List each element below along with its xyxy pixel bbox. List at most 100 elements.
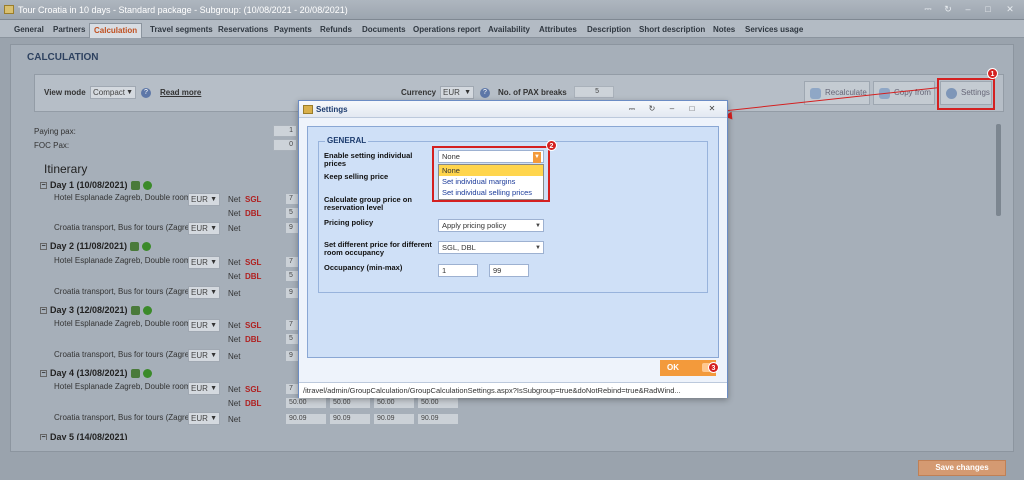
read-more-link[interactable]: Read more xyxy=(160,88,201,97)
close-icon[interactable]: ✕ xyxy=(1004,4,1016,14)
pin-icon[interactable]: ⎓ xyxy=(627,104,637,114)
occupancy-min-input[interactable]: 1 xyxy=(438,264,478,277)
price-cell[interactable]: 9 xyxy=(286,223,298,233)
dropdown-option[interactable]: Set individual margins xyxy=(439,176,543,187)
price-cell[interactable]: 9 xyxy=(286,351,298,361)
tab-attributes[interactable]: Attributes xyxy=(539,23,577,38)
price-cell[interactable]: 9 xyxy=(286,288,298,298)
occupancy-max-input[interactable]: 99 xyxy=(489,264,529,277)
currency-select[interactable]: EUR ▼ xyxy=(188,319,220,332)
close-icon[interactable]: ✕ xyxy=(707,104,717,114)
day-header[interactable]: − Day 4 (13/08/2021) xyxy=(40,368,152,379)
maximize-icon[interactable]: □ xyxy=(982,4,994,14)
dialog-icon xyxy=(303,105,313,114)
price-cell[interactable]: 50.00 xyxy=(330,398,370,408)
refresh-icon[interactable]: ↻ xyxy=(942,4,954,14)
net-label: Net xyxy=(228,289,241,298)
collapse-icon[interactable]: − xyxy=(40,243,47,251)
refresh-icon[interactable]: ↻ xyxy=(647,104,657,114)
copy-icon[interactable] xyxy=(130,242,140,252)
pricing-policy-select[interactable]: Apply pricing policy ▼ xyxy=(438,219,544,232)
tab-payments[interactable]: Payments xyxy=(274,23,312,38)
price-cell[interactable]: 7 xyxy=(286,320,298,330)
price-cell[interactable]: 5 xyxy=(286,208,298,218)
add-icon[interactable] xyxy=(142,242,152,252)
add-icon[interactable] xyxy=(142,369,152,379)
collapse-icon[interactable]: − xyxy=(40,370,47,378)
collapse-icon[interactable]: − xyxy=(40,307,47,315)
room-occupancy-label: Set different price for different room o… xyxy=(324,240,432,257)
price-cell[interactable]: 50.00 xyxy=(374,398,414,408)
hotel-service: Hotel Esplanade Zagreb, Double room xyxy=(54,193,191,202)
tab-calculation[interactable]: Calculation xyxy=(89,23,143,38)
collapse-icon[interactable]: − xyxy=(40,434,47,440)
view-mode-select[interactable]: Compact ▼ xyxy=(90,86,136,99)
sgl-label: SGL xyxy=(245,195,262,204)
currency-value: EUR xyxy=(191,414,208,423)
tab-general[interactable]: General xyxy=(14,23,44,38)
paying-pax-input[interactable]: 1 xyxy=(273,125,297,137)
price-cell[interactable]: 50.00 xyxy=(418,398,458,408)
individual-prices-label: Enable setting individual prices xyxy=(324,151,413,168)
room-occupancy-select[interactable]: SGL, DBL ▼ xyxy=(438,241,544,254)
tab-reservations[interactable]: Reservations xyxy=(218,23,268,38)
tab-documents[interactable]: Documents xyxy=(362,23,406,38)
tab-notes[interactable]: Notes xyxy=(713,23,735,38)
currency-select[interactable]: EUR ▼ xyxy=(188,412,220,425)
tab-operations-report[interactable]: Operations report xyxy=(413,23,481,38)
currency-select[interactable]: EUR ▼ xyxy=(188,286,220,299)
currency-select[interactable]: EUR ▼ xyxy=(188,256,220,269)
tab-short-description[interactable]: Short description xyxy=(639,23,705,38)
tab-refunds[interactable]: Refunds xyxy=(320,23,352,38)
tab-partners[interactable]: Partners xyxy=(53,23,85,38)
price-cell[interactable]: 7 xyxy=(286,384,298,394)
day-label: Day 3 (12/08/2021) xyxy=(50,305,128,315)
tab-availability[interactable]: Availability xyxy=(488,23,530,38)
add-icon[interactable] xyxy=(142,181,152,191)
scrollbar-thumb[interactable] xyxy=(996,124,1001,216)
day-header[interactable]: − Day 1 (10/08/2021) xyxy=(40,180,152,191)
copy-icon[interactable] xyxy=(130,369,140,379)
pax-breaks-input[interactable]: 5 xyxy=(574,86,614,98)
price-cell[interactable]: 90.09 xyxy=(374,414,414,424)
currency-select[interactable]: EUR ▼ xyxy=(188,349,220,362)
tab-travel-segments[interactable]: Travel segments xyxy=(150,23,213,38)
copy-icon[interactable] xyxy=(130,181,140,191)
day-header[interactable]: − Day 5 (14/08/2021) xyxy=(40,432,128,440)
dbl-label: DBL xyxy=(245,335,262,344)
help-icon[interactable]: ? xyxy=(480,88,490,98)
transport-service: Croatia transport, Bus for tours (Zagre xyxy=(54,223,190,232)
price-cell[interactable]: 5 xyxy=(286,334,298,344)
dropdown-option[interactable]: Set individual selling prices xyxy=(439,187,543,198)
price-cell[interactable]: 7 xyxy=(286,194,298,204)
price-cell[interactable]: 90.09 xyxy=(286,414,326,424)
maximize-icon[interactable]: □ xyxy=(687,104,697,114)
currency-select[interactable]: EUR ▼ xyxy=(188,382,220,395)
currency-select[interactable]: EUR ▼ xyxy=(440,86,474,99)
tab-services-usage[interactable]: Services usage xyxy=(745,23,803,38)
minimize-icon[interactable]: – xyxy=(962,4,974,14)
dialog-titlebar[interactable]: Settings ⎓ ↻ – □ ✕ xyxy=(299,101,727,118)
copy-icon[interactable] xyxy=(130,306,140,316)
fieldset-legend: GENERAL xyxy=(325,136,369,145)
net-label: Net xyxy=(228,258,241,267)
currency-select[interactable]: EUR ▼ xyxy=(188,193,220,206)
price-cell[interactable]: 90.09 xyxy=(330,414,370,424)
pin-icon[interactable]: ⎓ xyxy=(922,4,934,14)
help-icon[interactable]: ? xyxy=(141,88,151,98)
tab-description[interactable]: Description xyxy=(587,23,631,38)
day-header[interactable]: − Day 3 (12/08/2021) xyxy=(40,305,152,316)
transport-service: Croatia transport, Bus for tours (Zagre xyxy=(54,287,190,296)
add-icon[interactable] xyxy=(142,306,152,316)
price-cell[interactable]: 5 xyxy=(286,271,298,281)
collapse-icon[interactable]: − xyxy=(40,182,47,190)
currency-select[interactable]: EUR ▼ xyxy=(188,222,220,235)
minimize-icon[interactable]: – xyxy=(667,104,677,114)
price-cell[interactable]: 50.00 xyxy=(286,398,326,408)
price-cell[interactable]: 90.09 xyxy=(418,414,458,424)
price-cell[interactable]: 7 xyxy=(286,257,298,267)
dropdown-option[interactable]: None xyxy=(439,165,543,176)
save-changes-button[interactable]: Save changes xyxy=(918,460,1006,476)
day-header[interactable]: − Day 2 (11/08/2021) xyxy=(40,241,152,252)
foc-pax-input[interactable]: 0 xyxy=(273,139,297,151)
